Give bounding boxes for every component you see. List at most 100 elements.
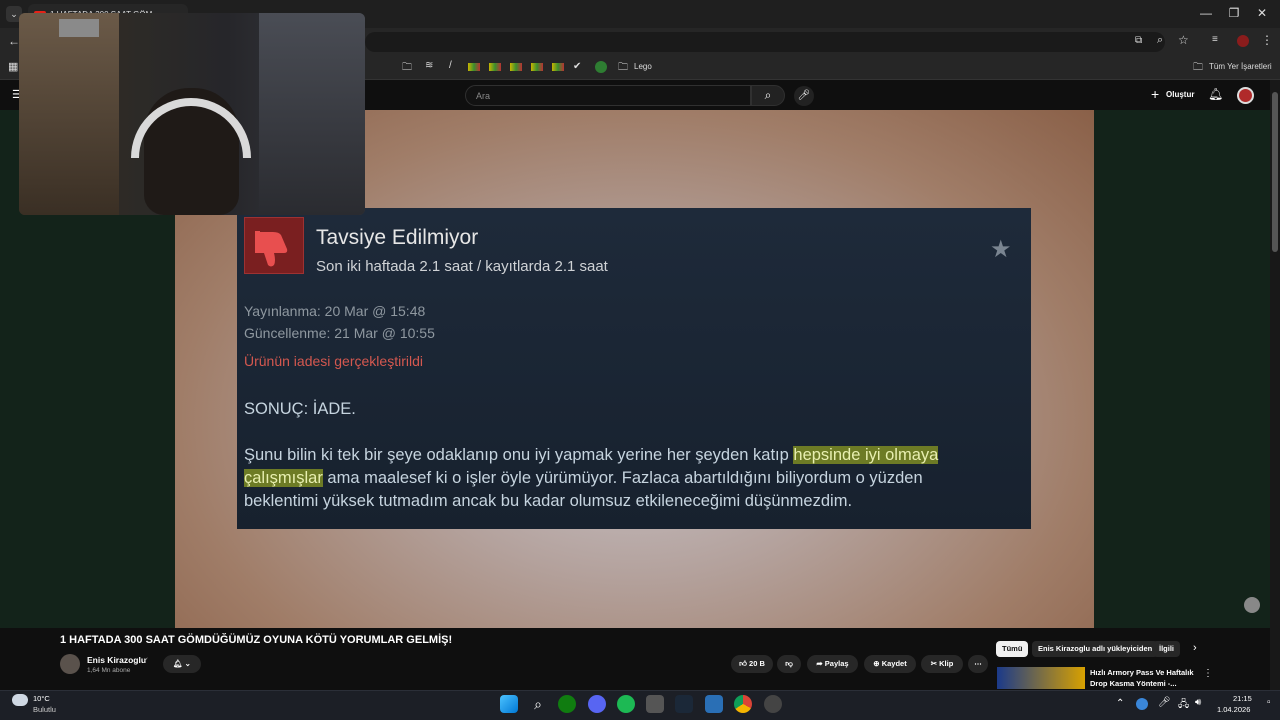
app-icon[interactable] — [764, 695, 782, 713]
bookmark-flag-icon[interactable] — [468, 63, 480, 71]
shelf-left — [19, 13, 119, 215]
reading-list-icon[interactable]: ≡ — [1212, 34, 1218, 45]
wall-right — [259, 13, 365, 215]
chip-uploader[interactable]: Enis Kirazoglu adlı yükleyiciden — [1032, 641, 1159, 657]
steam-icon[interactable] — [675, 695, 693, 713]
search-input[interactable]: Ara — [465, 85, 751, 106]
recommended-menu-icon[interactable]: ⋮ — [1203, 668, 1213, 679]
profile-icon[interactable] — [1237, 35, 1249, 47]
minimize-icon[interactable]: — — [1196, 4, 1216, 22]
chip-related[interactable]: İlgili — [1153, 641, 1180, 657]
award-star-icon: ★ — [990, 236, 1012, 263]
search-icon[interactable]: ⌕ — [751, 85, 785, 106]
spotify-icon[interactable] — [617, 695, 635, 713]
review-playtime: Son iki haftada 2.1 saat / kayıtlarda 2.… — [316, 258, 608, 275]
like-button[interactable]: 👍︎ 20 B — [731, 655, 773, 673]
share-button[interactable]: ➦ Paylaş — [807, 655, 858, 673]
scissors-icon: ✂ — [930, 659, 938, 668]
thumbs-down-icon — [244, 217, 304, 274]
bookmark-flag-icon[interactable] — [552, 63, 564, 71]
like-icon: 👍︎ — [739, 659, 747, 668]
pen-icon[interactable]: / — [449, 60, 452, 71]
account-avatar[interactable] — [1237, 87, 1254, 104]
xbox-bookmark-icon[interactable] — [595, 61, 607, 73]
save-button[interactable]: ⊕ Kaydet — [864, 655, 916, 673]
headphones — [131, 98, 251, 158]
discord-icon[interactable] — [588, 695, 606, 713]
close-icon[interactable]: ✕ — [1252, 4, 1272, 22]
clock-time[interactable]: 21:15 — [1233, 694, 1252, 703]
review-title: Tavsiye Edilmiyor — [316, 226, 479, 249]
channel-avatar[interactable] — [60, 654, 80, 674]
more-actions-button[interactable]: ⋯ — [968, 655, 988, 673]
tray-chevron-icon[interactable]: ⌃ — [1116, 698, 1124, 709]
recommended-title-line: Hızlı Armory Pass Ve Haftalık — [1090, 668, 1194, 677]
recommended-title[interactable]: Hızlı Armory Pass Ve Haftalık Drop Kasma… — [1090, 667, 1194, 689]
volume-icon[interactable]: 🔊︎ — [1195, 697, 1201, 708]
notification-icon[interactable]: ▫ — [1267, 697, 1271, 708]
app-icon[interactable] — [646, 695, 664, 713]
create-plus-icon[interactable]: + — [1151, 86, 1159, 102]
menu-icon[interactable]: ⋮ — [1261, 33, 1273, 47]
weather-icon[interactable] — [12, 694, 28, 706]
save-icon: ⊕ — [873, 659, 880, 668]
bookmark-flag-icon[interactable] — [531, 63, 543, 71]
chrome-icon[interactable] — [734, 695, 752, 713]
clock-date[interactable]: 1.04.2026 — [1217, 705, 1250, 714]
review-highlight: hepsinde iyi olmaya — [793, 446, 939, 464]
subscriber-count: 1,64 Mn abone — [87, 667, 131, 674]
all-bookmarks[interactable]: Tüm Yer İşaretleri — [1209, 62, 1272, 71]
review-posted-date: Yayınlanma: 20 Mar @ 15:48 — [244, 303, 426, 319]
windows-start-icon[interactable] — [500, 695, 518, 713]
bookmark-lego[interactable]: Lego — [634, 62, 652, 71]
app-icon[interactable] — [705, 695, 723, 713]
webcam-overlay — [19, 13, 365, 215]
url-field[interactable] — [365, 32, 1165, 52]
chip-all[interactable]: Tümü — [996, 641, 1029, 657]
network-icon[interactable]: 🖧 — [1178, 697, 1189, 714]
all-bookmarks-folder-icon[interactable]: 🗀 — [1193, 60, 1203, 77]
bookmark-flag-icon[interactable] — [510, 63, 522, 71]
share-icon: ➦ — [816, 659, 823, 668]
notifications-bell-icon[interactable]: 🔔︎ — [1208, 87, 1223, 101]
chevron-right-icon[interactable]: › — [1193, 642, 1197, 654]
tray-icon[interactable] — [1136, 698, 1148, 710]
clip-button[interactable]: ✂ Klip — [921, 655, 963, 673]
stack-icon[interactable]: ≋ — [425, 60, 433, 71]
channel-name[interactable]: Enis Kirazoglu — [87, 655, 146, 665]
review-body-text: ama maalesef ki o işler öyle yürümüyor. … — [322, 469, 923, 487]
lego-folder-icon[interactable]: 🗀 — [618, 60, 628, 77]
scrollbar-thumb[interactable] — [1272, 92, 1278, 252]
create-button[interactable]: Oluştur — [1166, 90, 1194, 99]
recommended-thumbnail[interactable] — [997, 667, 1085, 689]
windows-taskbar — [0, 690, 1280, 720]
mic-tray-icon[interactable]: 🎤︎ — [1158, 697, 1171, 708]
folder-icon[interactable]: 🗀 — [402, 60, 412, 77]
review-body-text: Şunu bilin ki tek bir şeye odaklanıp onu… — [244, 446, 794, 464]
dislike-button[interactable]: 👎︎ — [777, 655, 801, 673]
apps-icon[interactable]: ▦ — [8, 60, 18, 73]
review-body-text: beklentimi yüksek tutmadım ancak bu kada… — [244, 492, 853, 510]
bookmark-star-icon[interactable]: ☆ — [1178, 33, 1189, 47]
cast-icon[interactable]: ⧉ — [1135, 35, 1142, 46]
video-title: 1 HAFTADA 300 SAAT GÖMDÜĞÜMÜZ OYUNA KÖTÜ… — [60, 634, 453, 646]
like-count: 20 B — [749, 659, 765, 668]
verified-icon: ✓ — [143, 657, 149, 664]
dislike-icon: 👎︎ — [785, 659, 793, 668]
review-updated-date: Güncellenme: 21 Mar @ 10:55 — [244, 325, 435, 341]
weather-condition[interactable]: Bulutlu — [33, 705, 56, 714]
search-icon[interactable]: ⌕ — [529, 695, 547, 713]
maximize-icon[interactable]: ❐ — [1224, 4, 1244, 22]
xbox-icon[interactable] — [558, 695, 576, 713]
streamer-avatar-icon — [1244, 597, 1260, 613]
weather-temp[interactable]: 10°C — [33, 694, 50, 703]
recommended-title-line: Drop Kasma Yöntemi -... — [1090, 679, 1177, 688]
subscribe-bell-button[interactable]: 🔔︎ ⌄ — [163, 655, 201, 673]
zoom-icon[interactable]: ⌕ — [1157, 34, 1163, 47]
review-body: Şunu bilin ki tek bir şeye odaklanıp onu… — [244, 444, 1024, 513]
review-verdict: SONUÇ: İADE. — [244, 400, 356, 418]
microphone-icon[interactable]: 🎤︎ — [794, 86, 814, 106]
steam-bookmark-icon[interactable]: ✔ — [573, 61, 581, 72]
bookmark-flag-icon[interactable] — [489, 63, 501, 71]
refund-status: Ürünün iadesi gerçekleştirildi — [244, 353, 423, 369]
